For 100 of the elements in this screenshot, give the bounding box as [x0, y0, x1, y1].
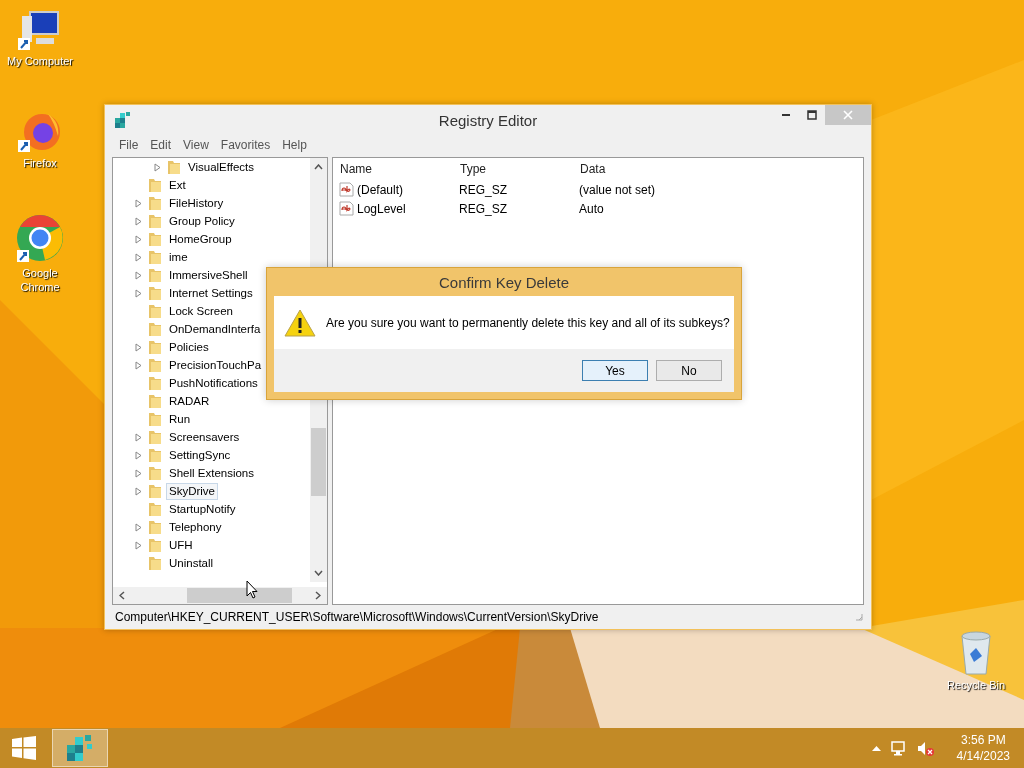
- chrome-icon[interactable]: [15, 214, 65, 264]
- scroll-right-icon[interactable]: [315, 591, 321, 600]
- tree-item[interactable]: Ext: [166, 176, 189, 194]
- tree-item[interactable]: Policies: [166, 338, 212, 356]
- computer-icon[interactable]: [18, 8, 62, 52]
- tree-item[interactable]: RADAR: [166, 392, 213, 410]
- expand-arrow-icon[interactable]: [135, 270, 142, 280]
- menu-item[interactable]: Help: [276, 138, 313, 152]
- menu-item[interactable]: File: [113, 138, 145, 152]
- column-header[interactable]: Type: [460, 162, 580, 176]
- tree-item[interactable]: Lock Screen: [166, 302, 236, 320]
- expand-arrow-icon[interactable]: [135, 486, 142, 496]
- value-name[interactable]: LogLevel: [357, 201, 406, 216]
- tree-item[interactable]: StartupNotify: [166, 500, 239, 518]
- folder-icon: [147, 483, 163, 499]
- folder-icon: [147, 519, 163, 535]
- dialog-button[interactable]: No: [656, 360, 722, 381]
- expand-arrow-icon[interactable]: [135, 450, 142, 460]
- tree-item[interactable]: PrecisionTouchPa: [166, 356, 265, 374]
- value-type: REG_SZ: [459, 201, 508, 216]
- value-data: Auto: [579, 201, 605, 216]
- expand-arrow-icon[interactable]: [135, 360, 142, 370]
- column-header[interactable]: Name: [340, 162, 460, 176]
- expand-arrow-icon[interactable]: [135, 432, 142, 442]
- caret-up-icon[interactable]: [871, 745, 881, 751]
- dialog-title: Confirm Key Delete: [437, 272, 571, 293]
- taskbar-app-button[interactable]: [52, 729, 108, 767]
- tree-item[interactable]: Screensavers: [166, 428, 243, 446]
- expand-arrow-icon[interactable]: [154, 162, 161, 172]
- value-name[interactable]: (Default): [357, 182, 403, 197]
- column-header[interactable]: Data: [580, 162, 863, 176]
- horizontal-scrollbar[interactable]: [113, 587, 327, 604]
- folder-icon: [147, 537, 163, 553]
- tree-item[interactable]: OnDemandInterfa: [166, 320, 264, 338]
- folder-icon: [147, 411, 163, 427]
- expand-arrow-icon[interactable]: [135, 468, 142, 478]
- folder-icon: [147, 501, 163, 517]
- expand-arrow-icon[interactable]: [135, 522, 142, 532]
- folder-icon: [147, 285, 163, 301]
- folder-icon: [147, 195, 163, 211]
- expand-arrow-icon[interactable]: [135, 198, 142, 208]
- expand-arrow-icon[interactable]: [135, 342, 142, 352]
- close-icon: [843, 110, 853, 120]
- mouse-cursor-icon: [246, 580, 258, 599]
- scrollbar-thumb[interactable]: [187, 588, 292, 603]
- tree-item[interactable]: FileHistory: [166, 194, 227, 212]
- value-data: (value not set): [579, 182, 657, 197]
- dialog-button[interactable]: Yes: [582, 360, 648, 381]
- folder-icon: [147, 177, 163, 193]
- folder-icon: [147, 375, 163, 391]
- folder-icon: [147, 321, 163, 337]
- tree-item[interactable]: PushNotifications: [166, 374, 261, 392]
- scroll-up-icon[interactable]: [314, 164, 323, 170]
- tree-item[interactable]: VisualEffects: [185, 158, 258, 176]
- folder-icon: [147, 357, 163, 373]
- tree-item[interactable]: HomeGroup: [166, 230, 235, 248]
- registry-cubes-icon: [114, 111, 132, 129]
- tree-item[interactable]: ImmersiveShell: [166, 266, 251, 284]
- folder-icon: [166, 159, 182, 175]
- tree-item[interactable]: Uninstall: [166, 554, 217, 572]
- tree-item[interactable]: SkyDrive: [166, 482, 218, 500]
- value-type: REG_SZ: [459, 182, 508, 197]
- folder-icon: [147, 555, 163, 571]
- tree-item[interactable]: Run: [166, 410, 194, 428]
- scroll-down-icon[interactable]: [314, 570, 323, 576]
- folder-icon: [147, 231, 163, 247]
- maximize-icon: [807, 110, 817, 120]
- tree-item[interactable]: UFH: [166, 536, 196, 554]
- folder-icon: [147, 213, 163, 229]
- dialog-message: Are you sure you want to permanently delete this key and all of its subkeys?: [326, 315, 730, 330]
- network-icon[interactable]: [890, 740, 907, 756]
- expand-arrow-icon[interactable]: [135, 216, 142, 226]
- warning-icon: [284, 308, 316, 337]
- tree-item[interactable]: Internet Settings: [166, 284, 256, 302]
- tree-item[interactable]: Group Policy: [166, 212, 238, 230]
- resize-grip-icon[interactable]: [855, 613, 863, 621]
- menu-item[interactable]: Edit: [144, 138, 178, 152]
- folder-icon: [147, 393, 163, 409]
- scrollbar-thumb[interactable]: [311, 428, 326, 496]
- key-path: Computer\HKEY_CURRENT_USER\Software\Microsoft\Windows\CurrentVersion\SkyDrive: [115, 610, 599, 624]
- expand-arrow-icon[interactable]: [135, 234, 142, 244]
- menu-item[interactable]: Favorites: [214, 138, 277, 152]
- tree-item[interactable]: ime: [166, 248, 191, 266]
- folder-icon: [147, 267, 163, 283]
- tree-item[interactable]: Telephony: [166, 518, 225, 536]
- folder-icon: [147, 339, 163, 355]
- windows-logo-icon: [11, 735, 37, 761]
- folder-icon: [147, 465, 163, 481]
- tree-item[interactable]: SettingSync: [166, 446, 234, 464]
- expand-arrow-icon[interactable]: [135, 252, 142, 262]
- expand-arrow-icon[interactable]: [135, 288, 142, 298]
- tree-item[interactable]: Shell Extensions: [166, 464, 258, 482]
- window-title: Registry Editor: [438, 111, 538, 129]
- folder-icon: [147, 303, 163, 319]
- scroll-left-icon[interactable]: [119, 591, 125, 600]
- expand-arrow-icon[interactable]: [135, 540, 142, 550]
- string-value-icon: [339, 201, 354, 216]
- string-value-icon: [339, 182, 354, 197]
- menu-item[interactable]: View: [177, 138, 215, 152]
- muted-speaker-icon[interactable]: [916, 740, 935, 756]
